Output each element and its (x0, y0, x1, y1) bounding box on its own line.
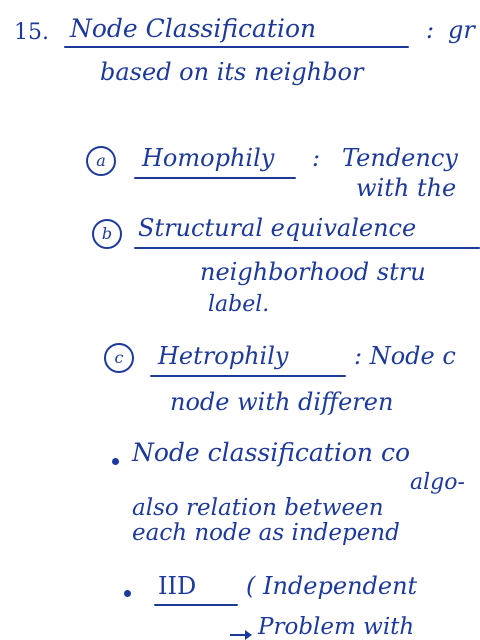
bullet-1-line-4: each node as independ (132, 520, 400, 546)
term-hetrophily: Hetrophily (158, 342, 289, 370)
term-homophily: Homophily (142, 144, 275, 172)
arrow-icon (230, 630, 252, 640)
homophily-def-1: Tendency (342, 144, 458, 172)
homophily-colon: : (312, 144, 321, 172)
marker-a: a (86, 146, 116, 176)
hetrophily-underline (150, 375, 346, 377)
bullet-dot-1 (112, 458, 119, 465)
homophily-underline (134, 177, 296, 179)
heading-line-2: based on its neighbor (100, 58, 364, 86)
handwritten-notes-page: 15. Node Classification : gr based on it… (0, 0, 480, 640)
heading-underline (64, 46, 409, 48)
item-number: 15. (14, 20, 49, 45)
structural-equivalence-underline (134, 247, 480, 249)
bullet-1-line-3: also relation between (132, 495, 384, 521)
heading-colon: : (426, 16, 435, 44)
iid-expansion: ( Independent (246, 572, 418, 600)
iid-underline (154, 604, 238, 606)
marker-c: c (104, 343, 134, 373)
structural-def-2: label. (208, 292, 270, 317)
arrow-line-text: Problem with (258, 614, 415, 640)
hetrophily-def-1: : Node c (354, 342, 456, 370)
hetrophily-def-2: node with differen (170, 388, 394, 416)
marker-b: b (92, 219, 122, 249)
bullet-1-line-1: Node classification co (132, 438, 411, 467)
heading-continuation: gr (448, 16, 475, 44)
bullet-1-line-2: algo- (410, 470, 465, 495)
heading-title: Node Classification (70, 14, 317, 43)
term-structural-equivalence: Structural equivalence (138, 214, 417, 242)
homophily-def-2: with the (356, 174, 457, 202)
term-iid: IID (158, 572, 197, 600)
bullet-dot-2 (124, 590, 131, 597)
structural-def-1: neighborhood stru (200, 258, 426, 286)
